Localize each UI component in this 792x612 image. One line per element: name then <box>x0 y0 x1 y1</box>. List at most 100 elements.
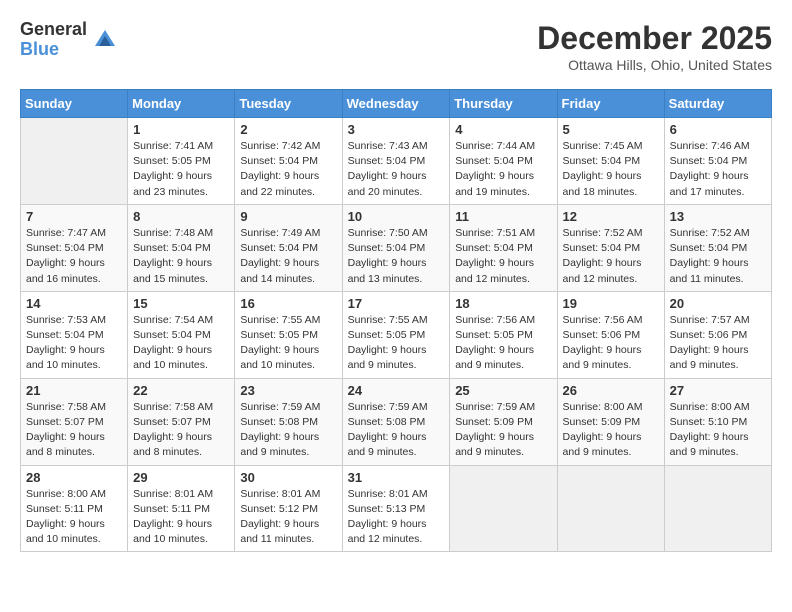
day-info: Sunrise: 8:00 AM Sunset: 5:09 PM Dayligh… <box>563 400 659 461</box>
day-number: 8 <box>133 209 229 224</box>
day-number: 2 <box>240 122 336 137</box>
calendar-week-row: 21 Sunrise: 7:58 AM Sunset: 5:07 PM Dayli… <box>21 378 772 465</box>
calendar-cell: 25 Sunrise: 7:59 AM Sunset: 5:09 PM Dayli… <box>450 378 557 465</box>
day-info: Sunrise: 8:01 AM Sunset: 5:12 PM Dayligh… <box>240 487 336 548</box>
calendar-cell <box>21 118 128 205</box>
calendar-cell: 19Sunrise: 7:56 AM Sunset: 5:06 PM Dayli… <box>557 291 664 378</box>
day-number: 31 <box>348 470 445 485</box>
calendar-cell: 3 Sunrise: 7:43 AM Sunset: 5:04 PM Daylig… <box>342 118 450 205</box>
day-number: 16 <box>240 296 336 311</box>
calendar-table: SundayMondayTuesdayWednesdayThursdayFrid… <box>20 89 772 552</box>
title-block: December 2025 Ottawa Hills, Ohio, United… <box>537 20 772 73</box>
day-number: 28 <box>26 470 122 485</box>
day-number: 5 <box>563 122 659 137</box>
calendar-cell: 7Sunrise: 7:47 AM Sunset: 5:04 PM Daylig… <box>21 204 128 291</box>
day-number: 3 <box>348 122 445 137</box>
calendar-cell <box>450 465 557 552</box>
day-number: 27 <box>670 383 766 398</box>
calendar-cell: 6 Sunrise: 7:46 AM Sunset: 5:04 PM Daylig… <box>664 118 771 205</box>
calendar-cell: 30 Sunrise: 8:01 AM Sunset: 5:12 PM Dayli… <box>235 465 342 552</box>
day-info: Sunrise: 7:49 AM Sunset: 5:04 PM Dayligh… <box>240 226 336 287</box>
calendar-cell: 1 Sunrise: 7:41 AM Sunset: 5:05 PM Daylig… <box>128 118 235 205</box>
day-info: Sunrise: 7:59 AM Sunset: 5:08 PM Dayligh… <box>348 400 445 461</box>
calendar-cell: 31 Sunrise: 8:01 AM Sunset: 5:13 PM Dayli… <box>342 465 450 552</box>
calendar-cell: 15 Sunrise: 7:54 AM Sunset: 5:04 PM Dayli… <box>128 291 235 378</box>
weekday-header: Wednesday <box>342 90 450 118</box>
day-number: 17 <box>348 296 445 311</box>
weekday-header: Tuesday <box>235 90 342 118</box>
day-info: Sunrise: 8:00 AM Sunset: 5:10 PM Dayligh… <box>670 400 766 461</box>
day-number: 20 <box>670 296 766 311</box>
day-info: Sunrise: 7:58 AM Sunset: 5:07 PM Dayligh… <box>133 400 229 461</box>
day-number: 10 <box>348 209 445 224</box>
weekday-header: Monday <box>128 90 235 118</box>
day-number: 14 <box>26 296 122 311</box>
day-info: Sunrise: 7:59 AM Sunset: 5:08 PM Dayligh… <box>240 400 336 461</box>
logo-icon <box>91 26 119 54</box>
calendar-cell: 11 Sunrise: 7:51 AM Sunset: 5:04 PM Dayli… <box>450 204 557 291</box>
weekday-header: Friday <box>557 90 664 118</box>
day-info: Sunrise: 7:51 AM Sunset: 5:04 PM Dayligh… <box>455 226 551 287</box>
calendar-week-row: 7Sunrise: 7:47 AM Sunset: 5:04 PM Daylig… <box>21 204 772 291</box>
day-info: Sunrise: 7:55 AM Sunset: 5:05 PM Dayligh… <box>240 313 336 374</box>
day-number: 15 <box>133 296 229 311</box>
weekday-header: Thursday <box>450 90 557 118</box>
day-number: 4 <box>455 122 551 137</box>
calendar-cell: 23 Sunrise: 7:59 AM Sunset: 5:08 PM Dayli… <box>235 378 342 465</box>
weekday-header: Sunday <box>21 90 128 118</box>
day-info: Sunrise: 7:44 AM Sunset: 5:04 PM Dayligh… <box>455 139 551 200</box>
day-info: Sunrise: 7:50 AM Sunset: 5:04 PM Dayligh… <box>348 226 445 287</box>
calendar-cell: 24Sunrise: 7:59 AM Sunset: 5:08 PM Dayli… <box>342 378 450 465</box>
day-info: Sunrise: 7:43 AM Sunset: 5:04 PM Dayligh… <box>348 139 445 200</box>
day-number: 11 <box>455 209 551 224</box>
calendar-cell: 22 Sunrise: 7:58 AM Sunset: 5:07 PM Dayli… <box>128 378 235 465</box>
day-info: Sunrise: 7:48 AM Sunset: 5:04 PM Dayligh… <box>133 226 229 287</box>
day-number: 12 <box>563 209 659 224</box>
logo: General Blue <box>20 20 119 60</box>
day-number: 6 <box>670 122 766 137</box>
day-info: Sunrise: 7:41 AM Sunset: 5:05 PM Dayligh… <box>133 139 229 200</box>
day-number: 25 <box>455 383 551 398</box>
calendar-cell: 16 Sunrise: 7:55 AM Sunset: 5:05 PM Dayli… <box>235 291 342 378</box>
calendar-cell: 14 Sunrise: 7:53 AM Sunset: 5:04 PM Dayli… <box>21 291 128 378</box>
calendar-cell: 4 Sunrise: 7:44 AM Sunset: 5:04 PM Daylig… <box>450 118 557 205</box>
day-info: Sunrise: 7:55 AM Sunset: 5:05 PM Dayligh… <box>348 313 445 374</box>
day-info: Sunrise: 7:54 AM Sunset: 5:04 PM Dayligh… <box>133 313 229 374</box>
calendar-cell <box>664 465 771 552</box>
calendar-cell: 21 Sunrise: 7:58 AM Sunset: 5:07 PM Dayli… <box>21 378 128 465</box>
day-number: 22 <box>133 383 229 398</box>
day-info: Sunrise: 7:56 AM Sunset: 5:06 PM Dayligh… <box>563 313 659 374</box>
location: Ottawa Hills, Ohio, United States <box>537 57 772 73</box>
day-number: 23 <box>240 383 336 398</box>
day-info: Sunrise: 7:57 AM Sunset: 5:06 PM Dayligh… <box>670 313 766 374</box>
day-number: 30 <box>240 470 336 485</box>
day-number: 26 <box>563 383 659 398</box>
logo-blue: Blue <box>20 40 87 60</box>
calendar-cell: 13Sunrise: 7:52 AM Sunset: 5:04 PM Dayli… <box>664 204 771 291</box>
day-number: 18 <box>455 296 551 311</box>
calendar-week-row: 14 Sunrise: 7:53 AM Sunset: 5:04 PM Dayli… <box>21 291 772 378</box>
month-title: December 2025 <box>537 20 772 57</box>
day-info: Sunrise: 7:58 AM Sunset: 5:07 PM Dayligh… <box>26 400 122 461</box>
day-info: Sunrise: 8:01 AM Sunset: 5:13 PM Dayligh… <box>348 487 445 548</box>
calendar-cell: 27 Sunrise: 8:00 AM Sunset: 5:10 PM Dayli… <box>664 378 771 465</box>
day-number: 9 <box>240 209 336 224</box>
day-info: Sunrise: 7:59 AM Sunset: 5:09 PM Dayligh… <box>455 400 551 461</box>
day-info: Sunrise: 7:56 AM Sunset: 5:05 PM Dayligh… <box>455 313 551 374</box>
day-number: 7 <box>26 209 122 224</box>
logo-general: General <box>20 20 87 40</box>
day-info: Sunrise: 7:52 AM Sunset: 5:04 PM Dayligh… <box>563 226 659 287</box>
day-number: 21 <box>26 383 122 398</box>
calendar-cell: 12 Sunrise: 7:52 AM Sunset: 5:04 PM Dayli… <box>557 204 664 291</box>
calendar-cell: 18 Sunrise: 7:56 AM Sunset: 5:05 PM Dayli… <box>450 291 557 378</box>
day-info: Sunrise: 7:53 AM Sunset: 5:04 PM Dayligh… <box>26 313 122 374</box>
day-number: 1 <box>133 122 229 137</box>
day-number: 13 <box>670 209 766 224</box>
calendar-cell: 26 Sunrise: 8:00 AM Sunset: 5:09 PM Dayli… <box>557 378 664 465</box>
calendar-cell <box>557 465 664 552</box>
calendar-week-row: 28Sunrise: 8:00 AM Sunset: 5:11 PM Dayli… <box>21 465 772 552</box>
day-info: Sunrise: 7:42 AM Sunset: 5:04 PM Dayligh… <box>240 139 336 200</box>
day-info: Sunrise: 7:46 AM Sunset: 5:04 PM Dayligh… <box>670 139 766 200</box>
calendar-cell: 2 Sunrise: 7:42 AM Sunset: 5:04 PM Daylig… <box>235 118 342 205</box>
calendar-cell: 17 Sunrise: 7:55 AM Sunset: 5:05 PM Dayli… <box>342 291 450 378</box>
